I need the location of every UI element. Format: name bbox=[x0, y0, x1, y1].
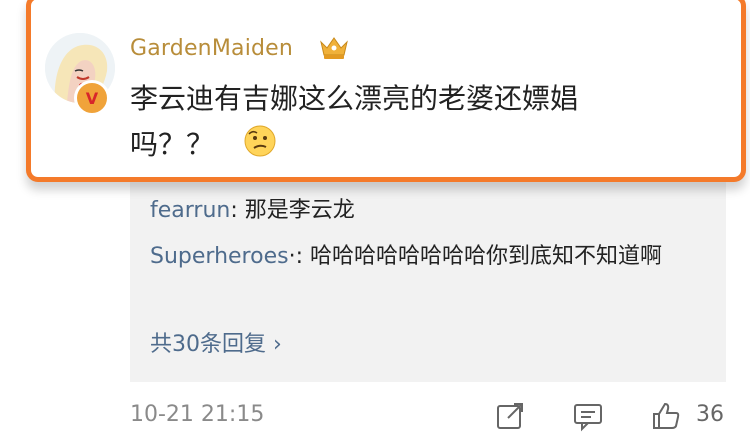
verified-badge-icon: V bbox=[74, 80, 110, 116]
reply-text: : 那是李云龙 bbox=[230, 198, 355, 223]
crown-icon bbox=[320, 37, 348, 59]
comment-text-block: 李云迪有吉娜这么漂亮的老婆还嫖娼吗？？ bbox=[130, 76, 650, 168]
thinking-emoji-icon bbox=[244, 125, 276, 157]
comment-username[interactable]: GardenMaiden bbox=[130, 36, 293, 61]
replies-box: fearrun: 那是李云龙 Superheroes·: 哈哈哈哈哈哈哈哈你到底… bbox=[130, 170, 726, 382]
share-icon[interactable] bbox=[494, 400, 526, 432]
comment-icon[interactable] bbox=[572, 400, 604, 432]
comment-text: 李云迪有吉娜这么漂亮的老婆还嫖娼吗？？ bbox=[130, 82, 579, 161]
reply-username[interactable]: Superheroes bbox=[150, 244, 289, 269]
reply-username[interactable]: fearrun bbox=[150, 198, 230, 223]
like-count: 36 bbox=[696, 402, 724, 427]
reply-item: fearrun: 那是李云龙 bbox=[150, 192, 355, 230]
comment-date: 10-21 21:15 bbox=[130, 402, 265, 427]
reply-text: ·: 哈哈哈哈哈哈哈哈你到底知不知道啊 bbox=[288, 244, 662, 269]
reply-item: Superheroes·: 哈哈哈哈哈哈哈哈你到底知不知道啊 bbox=[150, 238, 710, 276]
more-replies-link[interactable]: 共30条回复 › bbox=[150, 326, 282, 358]
like-thumb-icon[interactable] bbox=[650, 400, 682, 432]
